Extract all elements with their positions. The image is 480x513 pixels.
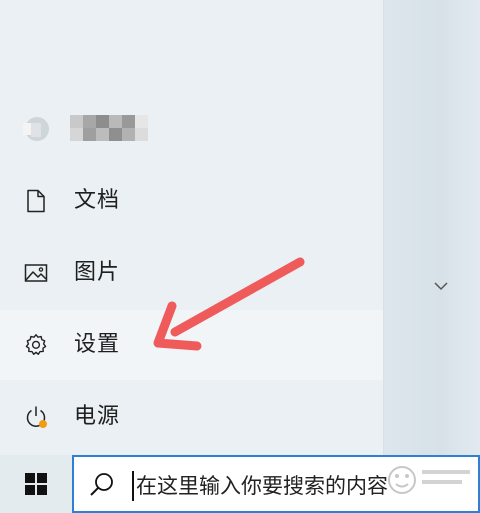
menu-item-label: 设置 <box>74 332 121 357</box>
menu-item-power[interactable]: 电源 <box>0 382 383 452</box>
menu-item-label: 电源 <box>74 404 121 429</box>
pictures-icon <box>24 264 48 282</box>
menu-item-documents[interactable]: 文档 <box>0 166 383 236</box>
search-icon <box>90 473 113 496</box>
power-icon <box>26 406 47 428</box>
tiles-area <box>384 0 480 455</box>
user-name <box>70 115 148 141</box>
menu-item-pictures[interactable]: 图片 <box>0 238 383 308</box>
document-icon <box>27 189 45 213</box>
watermark-logo <box>388 466 470 494</box>
windows-start-icon[interactable] <box>0 455 72 513</box>
text-cursor <box>132 471 134 501</box>
search-input[interactable]: 在这里输入你要搜索的内容 <box>136 471 388 501</box>
menu-item-label: 文档 <box>74 188 121 213</box>
menu-item-settings[interactable]: 设置 <box>0 310 383 380</box>
gear-icon <box>25 334 47 355</box>
chevron-down-icon[interactable] <box>433 280 449 292</box>
menu-item-label: 图片 <box>74 260 121 285</box>
user-account-row[interactable] <box>0 96 383 160</box>
avatar[interactable] <box>23 115 51 143</box>
